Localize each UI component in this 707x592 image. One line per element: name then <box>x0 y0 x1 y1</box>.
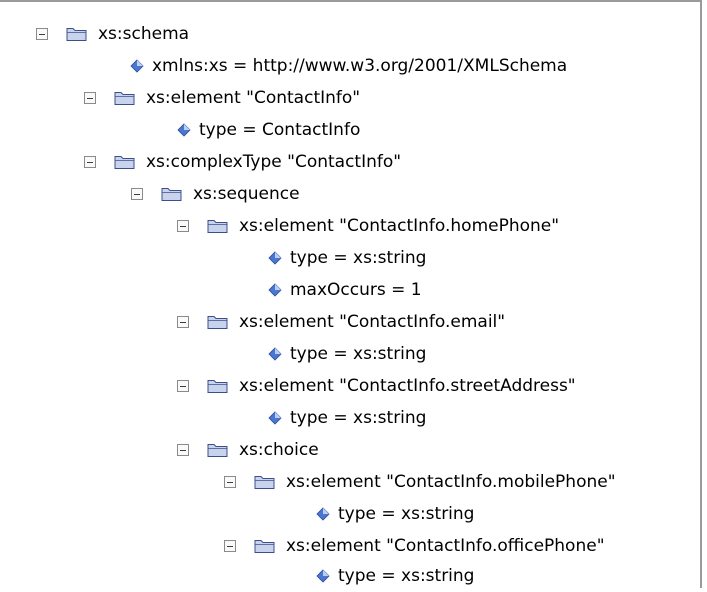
collapse-toggle-icon[interactable] <box>177 316 189 328</box>
node-label: xs:schema <box>98 24 190 44</box>
tree-node-element[interactable]: xs:element "ContactInfo.email" <box>177 306 505 338</box>
tree-node-complextype[interactable]: xs:complexType "ContactInfo" <box>84 146 401 178</box>
node-label: type = xs:string <box>338 566 475 586</box>
tree-node-attribute[interactable]: type = xs:string <box>316 498 474 530</box>
node-label: maxOccurs = 1 <box>290 280 422 300</box>
folder-icon <box>66 28 87 41</box>
node-label: type = xs:string <box>290 248 427 268</box>
folder-icon <box>114 92 135 105</box>
tree-node-attribute[interactable]: xmlns:xs = http://www.w3.org/2001/XMLSch… <box>130 50 567 82</box>
folder-icon <box>207 444 228 457</box>
folder-icon <box>114 156 135 169</box>
node-label: type = xs:string <box>290 344 427 364</box>
node-label: xs:sequence <box>193 184 300 204</box>
attribute-diamond-icon <box>268 411 282 425</box>
collapse-toggle-icon[interactable] <box>84 156 96 168</box>
collapse-toggle-icon[interactable] <box>177 444 189 456</box>
folder-icon <box>207 380 228 393</box>
folder-icon <box>254 476 275 489</box>
node-label: xs:complexType "ContactInfo" <box>146 152 402 172</box>
tree-node-element[interactable]: xs:element "ContactInfo.streetAddress" <box>177 370 576 402</box>
attribute-diamond-icon <box>268 283 282 297</box>
node-label: type = xs:string <box>338 504 475 524</box>
node-label: xs:element "ContactInfo.streetAddress" <box>239 376 576 396</box>
collapse-toggle-icon[interactable] <box>36 28 48 40</box>
tree-node-element[interactable]: xs:element "ContactInfo.officePhone" <box>224 530 605 562</box>
collapse-toggle-icon[interactable] <box>177 220 189 232</box>
collapse-toggle-icon[interactable] <box>131 188 143 200</box>
collapse-toggle-icon[interactable] <box>84 92 96 104</box>
attribute-diamond-icon <box>268 347 282 361</box>
node-label: type = xs:string <box>290 408 427 428</box>
node-label: xs:element "ContactInfo.email" <box>239 312 506 332</box>
tree-node-element[interactable]: xs:element "ContactInfo.mobilePhone" <box>224 466 616 498</box>
node-label: xs:choice <box>239 440 319 460</box>
attribute-diamond-icon <box>268 251 282 265</box>
tree-node-attribute[interactable]: type = xs:string <box>268 242 426 274</box>
tree-node-attribute[interactable]: type = xs:string <box>268 338 426 370</box>
attribute-diamond-icon <box>316 569 330 583</box>
tree-node-sequence[interactable]: xs:sequence <box>131 178 300 210</box>
tree-node-element[interactable]: xs:element "ContactInfo" <box>84 82 360 114</box>
tree-node-choice[interactable]: xs:choice <box>177 434 319 466</box>
node-label: type = ContactInfo <box>199 120 361 140</box>
node-label: xs:element "ContactInfo.mobilePhone" <box>286 472 616 492</box>
folder-icon <box>207 220 228 233</box>
xml-schema-tree: xs:schema xmlns:xs = http://www.w3.org/2… <box>0 0 702 588</box>
attribute-diamond-icon <box>316 507 330 521</box>
attribute-diamond-icon <box>177 123 191 137</box>
tree-node-attribute[interactable]: type = xs:string <box>316 560 474 592</box>
node-label: xs:element "ContactInfo.homePhone" <box>239 216 560 236</box>
collapse-toggle-icon[interactable] <box>224 540 236 552</box>
attribute-diamond-icon <box>130 59 144 73</box>
tree-node-attribute[interactable]: maxOccurs = 1 <box>268 274 422 306</box>
tree-node-element[interactable]: xs:element "ContactInfo.homePhone" <box>177 210 559 242</box>
tree-node-attribute[interactable]: type = xs:string <box>268 402 426 434</box>
tree-node-schema[interactable]: xs:schema <box>36 18 189 50</box>
tree-node-attribute[interactable]: type = ContactInfo <box>177 114 360 146</box>
node-label: xs:element "ContactInfo" <box>146 88 361 108</box>
node-label: xmlns:xs = http://www.w3.org/2001/XMLSch… <box>152 56 568 76</box>
collapse-toggle-icon[interactable] <box>177 380 189 392</box>
folder-icon <box>161 188 182 201</box>
folder-icon <box>254 540 275 553</box>
node-label: xs:element "ContactInfo.officePhone" <box>286 536 605 556</box>
folder-icon <box>207 316 228 329</box>
collapse-toggle-icon[interactable] <box>224 476 236 488</box>
